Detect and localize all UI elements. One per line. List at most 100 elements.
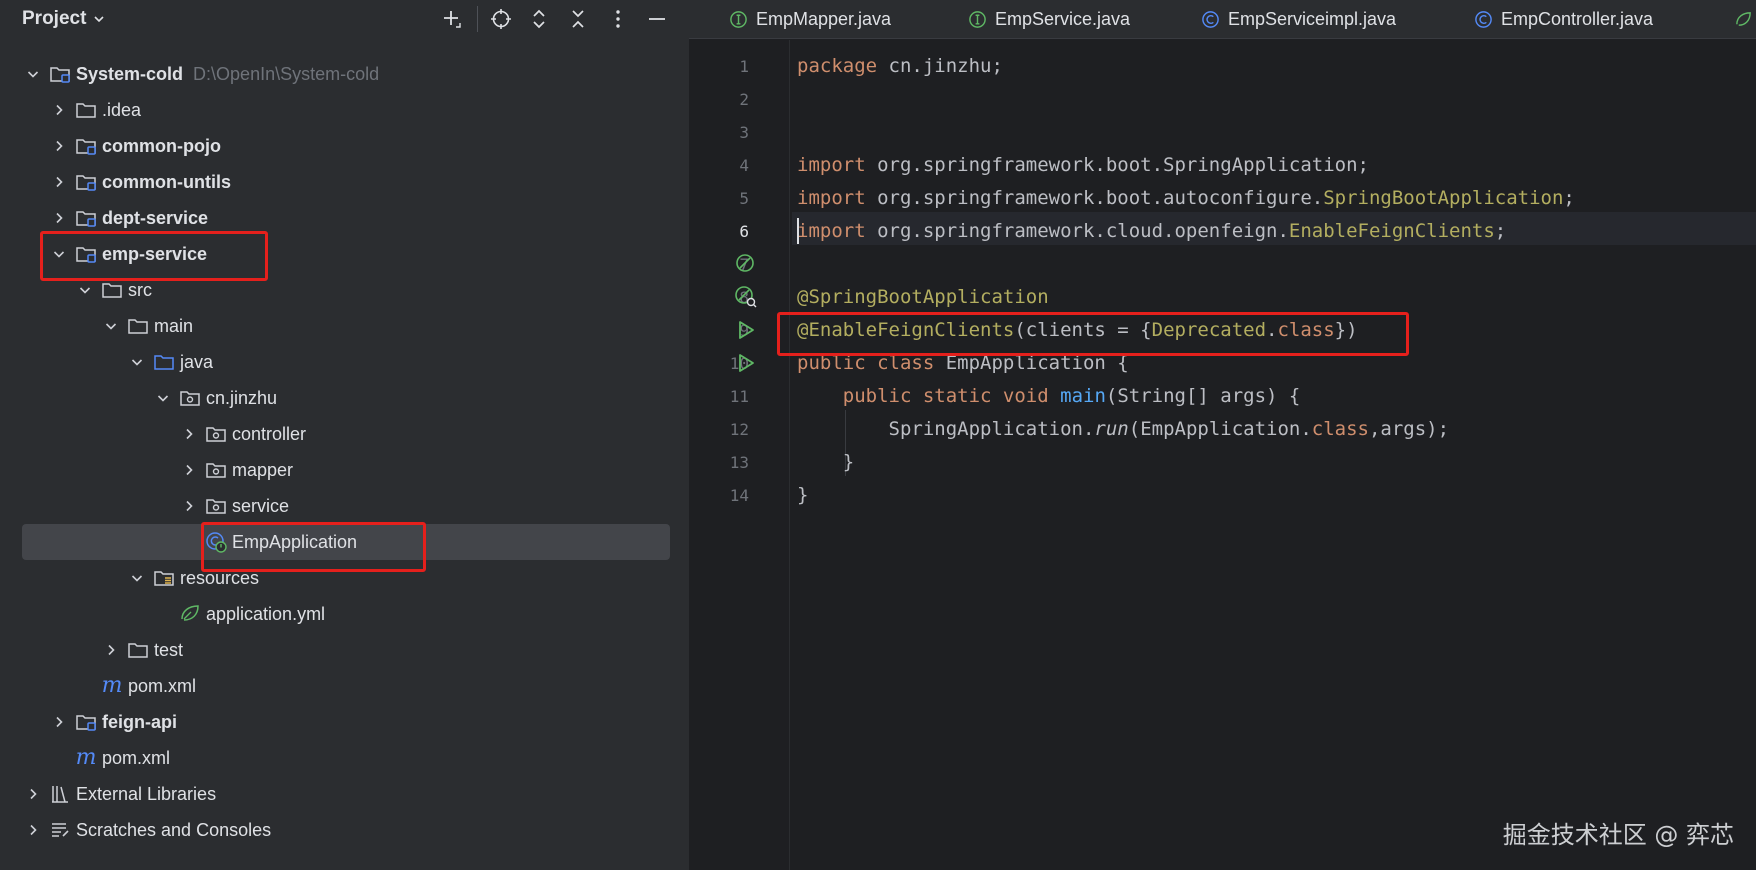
code-line-12: } [842, 451, 855, 473]
tree-item-label: .idea [102, 99, 142, 120]
tree-item-common-untils[interactable]: common-untils [22, 164, 672, 200]
chevron-right-icon[interactable] [100, 639, 122, 661]
chevron-down-icon[interactable] [152, 387, 174, 409]
module-folder-icon [74, 242, 98, 266]
add-icon[interactable] [440, 7, 464, 31]
code-line-8: @EnableFeignClients(clients = {Deprecate… [797, 319, 1358, 341]
module-folder-icon [74, 170, 98, 194]
code-line-4: import org.springframework.boot.autoconf… [797, 187, 1575, 209]
expand-all-icon[interactable] [527, 7, 551, 31]
tree-item-pom-xml[interactable]: m pom.xml [22, 740, 672, 776]
folder-icon [74, 98, 98, 122]
tree-item-service[interactable]: service [22, 488, 672, 524]
watermark: 掘金技术社区 @ 弈芯 [1502, 821, 1734, 849]
tree-item-idea[interactable]: .idea [22, 92, 672, 128]
project-title: Project [22, 8, 87, 29]
tree-item-external-libraries[interactable]: External Libraries [22, 776, 672, 812]
code-line-10: public static void main(String[] args) { [842, 385, 1301, 407]
chevron-right-icon[interactable] [48, 711, 70, 733]
chevron-right-icon[interactable] [178, 459, 200, 481]
line-number: 4 [739, 156, 749, 175]
chevron-right-icon[interactable] [178, 423, 200, 445]
tree-item-dept-service[interactable]: dept-service [22, 200, 672, 236]
project-header: Project [0, 0, 689, 38]
tree-item-label: test [154, 639, 184, 660]
tree-item-controller[interactable]: controller [22, 416, 672, 452]
tree-item-label: src [128, 279, 152, 300]
tab-label: EmpMapper.java [756, 8, 892, 29]
chevron-right-icon[interactable] [48, 99, 70, 121]
chevron-right-icon[interactable] [48, 135, 70, 157]
tab-empservice[interactable]: EmpService.java [968, 0, 1130, 38]
tree-item-test[interactable]: test [22, 632, 672, 668]
tree-item-cn-jinzhu[interactable]: cn.jinzhu [22, 380, 672, 416]
tree-item-scratches-and-consoles[interactable]: Scratches and Consoles [22, 812, 672, 848]
code-area[interactable]: package cn.jinzhu; import org.springfram… [777, 40, 1756, 870]
tree-item-application-yml[interactable]: application.yml [22, 596, 672, 632]
hide-icon[interactable] [645, 7, 669, 31]
scratches-icon [48, 818, 72, 842]
code-line-9: public class EmpApplication { [797, 352, 1129, 374]
tree-item-label: common-untils [102, 171, 231, 192]
line-number: 6 [739, 222, 749, 241]
tree-item-mapper[interactable]: mapper [22, 452, 672, 488]
tree-item-label: emp-service [102, 243, 208, 264]
library-icon [48, 782, 72, 806]
tab-empserviceimpl[interactable]: EmpServiceimpl.java [1201, 0, 1396, 38]
tree-item-feign-api[interactable]: feign-api [22, 704, 672, 740]
spring-icon [1736, 11, 1751, 26]
package-icon [204, 458, 228, 482]
chevron-right-icon[interactable] [48, 171, 70, 193]
chevron-down-icon[interactable] [126, 567, 148, 589]
tree-item-label: External Libraries [76, 783, 217, 804]
tab-overflow[interactable] [1734, 0, 1753, 38]
tree-item-system-cold[interactable]: System-cold D:\OpenIn\System-cold [22, 56, 672, 92]
chevron-right-icon[interactable] [48, 207, 70, 229]
collapse-all-icon[interactable] [566, 7, 590, 31]
tree-item-resources[interactable]: resources [22, 560, 672, 596]
locate-icon[interactable] [489, 7, 513, 31]
chevron-right-icon[interactable] [178, 495, 200, 517]
tab-label: EmpService.java [995, 8, 1131, 29]
chevron-down-icon[interactable] [74, 279, 96, 301]
line-number: 5 [739, 189, 749, 208]
tree-item-label: System-cold [76, 63, 184, 84]
chevron-down-icon[interactable] [22, 63, 44, 85]
spring-boot-class-icon [204, 530, 228, 554]
line-number: 14 [729, 486, 749, 505]
tree-item-src[interactable]: src [22, 272, 672, 308]
run-icon[interactable] [733, 350, 759, 376]
line-number: 13 [729, 453, 749, 472]
code-editor[interactable]: EmpMapper.java EmpService.java EmpServic… [689, 0, 1756, 870]
module-folder-icon [74, 710, 98, 734]
chevron-down-icon[interactable] [48, 243, 70, 265]
module-folder-icon [74, 134, 98, 158]
tree-item-empapplication[interactable]: EmpApplication [22, 524, 670, 560]
tab-empmapper[interactable]: EmpMapper.java [729, 0, 891, 38]
tree-item-java[interactable]: java [22, 344, 672, 380]
run-icon[interactable] [733, 317, 759, 343]
line-number: 3 [739, 123, 749, 142]
tree-item-common-pojo[interactable]: common-pojo [22, 128, 672, 164]
tree-item-label: feign-api [102, 711, 177, 732]
tree-item-emp-service[interactable]: emp-service [22, 236, 672, 272]
more-icon[interactable] [606, 7, 630, 31]
code-line-7: @SpringBootApplication [797, 286, 1049, 308]
spring-bean-search-icon[interactable] [733, 284, 759, 310]
project-view-selector[interactable]: Project [22, 8, 106, 30]
tree-item-label: common-pojo [102, 135, 221, 156]
chevron-down-icon[interactable] [100, 315, 122, 337]
tree-item-pom-xml[interactable]: m pom.xml [22, 668, 672, 704]
chevron-down-icon[interactable] [126, 351, 148, 373]
text-caret [797, 218, 799, 244]
line-number: 2 [739, 90, 749, 109]
tree-item-label: main [154, 315, 194, 336]
class-icon [1202, 10, 1219, 28]
spring-bean-icon[interactable] [733, 251, 759, 277]
chevron-right-icon[interactable] [22, 819, 44, 841]
tab-empcontroller[interactable]: EmpController.java [1474, 0, 1653, 38]
tree-item-label: pom.xml [102, 747, 171, 768]
tree-item-label: cn.jinzhu [206, 387, 278, 408]
tree-item-main[interactable]: main [22, 308, 672, 344]
chevron-right-icon[interactable] [22, 783, 44, 805]
